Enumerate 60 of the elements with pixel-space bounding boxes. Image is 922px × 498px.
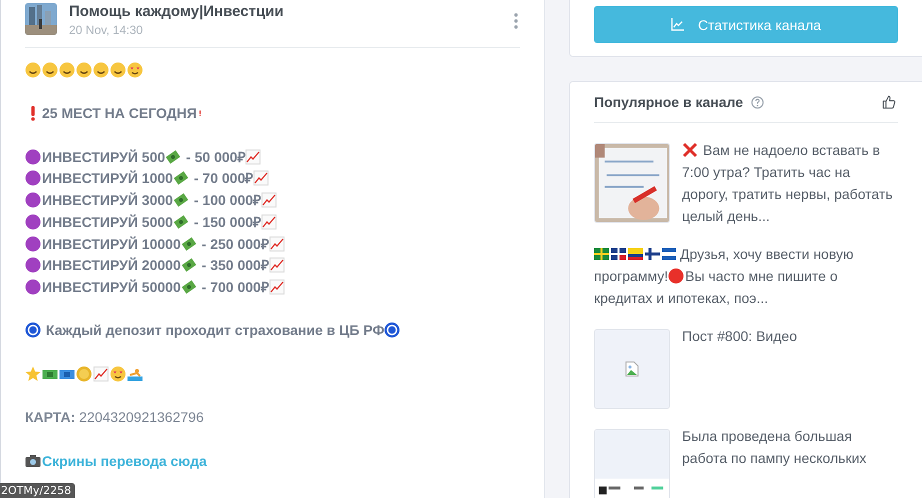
offer-result: - 70 000₽ xyxy=(192,170,254,186)
coin-icon xyxy=(76,366,92,382)
chart-icon xyxy=(253,170,270,186)
more-menu-icon[interactable] xyxy=(514,13,518,29)
offer-text: ИНВЕСТИРУЙ 5000 xyxy=(42,214,173,230)
offer-text: ИНВЕСТИРУЙ 500 xyxy=(42,148,166,165)
offer-text: ИНВЕСТИРУЙ 1000 xyxy=(42,170,173,186)
tooltip: 2OTMy/2258 xyxy=(0,483,76,498)
offer-text: ИНВЕСТИРУЙ 10000 xyxy=(42,236,181,252)
smiley-icon xyxy=(42,62,58,78)
offer-result: - 50 000₽ xyxy=(185,148,246,165)
bullet-icon xyxy=(25,192,41,208)
post-preview[interactable]: Вам не надоело вставать в 7:00 утра? Тратить час на дорогу, тратить нервы, работать целый день... xyxy=(682,139,898,227)
bullet-icon xyxy=(25,214,41,230)
offer-text: ИНВЕСТИРУЙ 50000 xyxy=(42,279,181,295)
line-chart-icon xyxy=(670,18,684,31)
chart-icon xyxy=(261,192,278,208)
offer-text: ИНВЕСТИРУЙ 20000 xyxy=(42,257,181,274)
chart-icon xyxy=(268,257,285,274)
card-number: КАРТА: 2204320921362796 xyxy=(25,409,204,426)
chart-icon xyxy=(261,214,278,230)
offer-result: - 150 000₽ xyxy=(192,214,262,230)
help-icon[interactable] xyxy=(751,96,764,108)
post-preview[interactable]: Пост #800: Видео xyxy=(682,325,797,347)
chart-icon xyxy=(93,366,109,382)
thumbs-up-icon[interactable] xyxy=(882,95,896,109)
smiley-icon xyxy=(25,62,41,78)
bullet-icon xyxy=(25,236,41,252)
chart-icon xyxy=(245,148,262,165)
smiley-icon xyxy=(110,62,126,78)
camera-icon xyxy=(25,452,41,469)
offer-result: - 350 000₽ xyxy=(200,257,269,274)
offer-result: - 700 000₽ xyxy=(200,279,269,295)
smiley-icon xyxy=(93,62,109,78)
bullet-icon xyxy=(25,279,41,295)
bullet-icon xyxy=(25,170,41,186)
smiley-icon xyxy=(127,62,143,78)
offer-result: - 250 000₽ xyxy=(200,236,269,252)
smiley-icon xyxy=(59,62,75,78)
smiley-icon xyxy=(110,366,126,382)
smiley-icon xyxy=(76,62,92,78)
broken-image-icon xyxy=(624,361,640,377)
post-headline: 25 МЕСТ НА СЕГОДНЯ xyxy=(42,105,197,122)
dot-icon xyxy=(668,268,684,284)
offer-text: ИНВЕСТИРУЙ 3000 xyxy=(42,192,173,208)
chart-icon xyxy=(268,236,285,252)
bullet-icon xyxy=(25,148,41,165)
post-notice: Каждый депозит проходит страхование в ЦБ РФ xyxy=(46,322,384,338)
bullet-icon xyxy=(25,257,41,274)
chart-icon xyxy=(268,279,285,295)
post-date: 20 Nov, 14:30 xyxy=(69,23,144,37)
cross-icon xyxy=(682,142,698,158)
star-icon xyxy=(25,366,41,382)
offer-result: - 100 000₽ xyxy=(192,192,262,208)
section-title: Популярное в канале xyxy=(594,94,743,110)
post-preview[interactable]: Была проведена большая работа по пампу нескольких xyxy=(682,425,898,469)
ring-icon xyxy=(384,322,400,338)
post-preview[interactable]: Друзья, хочу ввести новую программу! Вы часто мне пишите о кредитах и ипотеках, поэ... xyxy=(594,243,898,309)
channel-name[interactable]: Помощь каждому|Инвестции xyxy=(69,3,502,20)
ring-icon xyxy=(25,322,41,338)
